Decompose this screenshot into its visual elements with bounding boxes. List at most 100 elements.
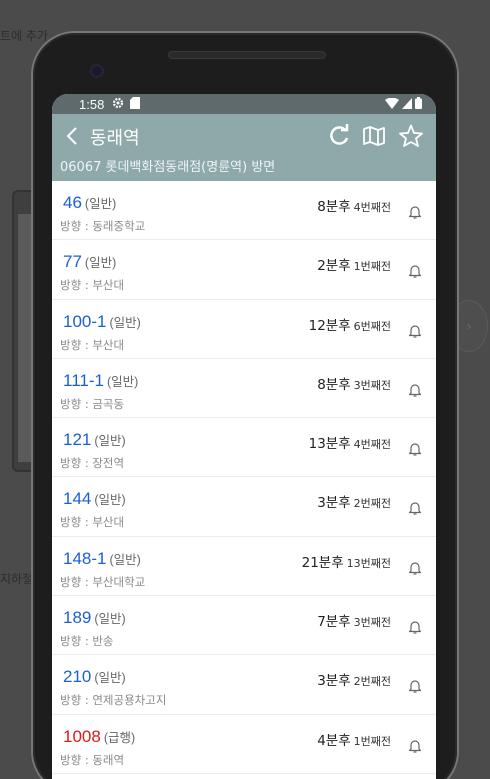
- bell-icon[interactable]: [407, 560, 423, 576]
- route-number: 46 (일반): [63, 193, 116, 213]
- route-number-text: 111-1: [63, 370, 104, 390]
- route-direction: 방향 : 금곡동: [60, 396, 125, 411]
- sim-icon: [130, 96, 141, 112]
- phone-frame: 1:58 동래역 06067 롯데백화점동래점(명륜역) 방면 46 (일반) …: [33, 33, 457, 779]
- route-type: (일반): [94, 493, 126, 508]
- arrival-minutes: 8분후: [317, 376, 351, 393]
- route-number: 1008 (급행): [63, 727, 135, 747]
- stops-away: 2번째전: [353, 497, 391, 511]
- route-type: (급행): [103, 730, 136, 745]
- back-icon[interactable]: [62, 122, 82, 150]
- app-header: 동래역 06067 롯데백화점동래점(명륜역) 방면: [52, 114, 436, 181]
- bell-icon[interactable]: [407, 382, 423, 398]
- route-direction: 방향 : 연제공용차고지: [60, 693, 167, 708]
- arrival-minutes: 3분후: [317, 673, 351, 690]
- list-item[interactable]: 210 (일반) 방향 : 연제공용차고지 3분후 2번째전: [52, 655, 436, 715]
- arrival-time: 12분후 6번째전: [309, 314, 391, 334]
- arrival-minutes: 21분후: [301, 554, 344, 571]
- stops-away: 13번째전: [346, 556, 391, 570]
- route-direction: 방향 : 동래중학교: [60, 219, 146, 233]
- list-item[interactable]: 189 (일반) 방향 : 반송 7분후 3번째전: [52, 596, 436, 656]
- list-item[interactable]: 111-1 (일반) 방향 : 금곡동 8분후 3번째전: [52, 359, 436, 419]
- bell-icon[interactable]: [407, 441, 423, 457]
- arrival-time: 3분후 2번째전: [317, 491, 391, 511]
- route-number-text: 144: [63, 489, 92, 509]
- route-direction: 방향 : 부산대: [60, 515, 125, 530]
- route-type: (일반): [109, 315, 141, 330]
- route-direction: 방향 : 반송: [60, 634, 114, 649]
- route-type: (일반): [84, 256, 117, 271]
- route-number: 111-1 (일반): [63, 371, 138, 391]
- arrival-time: 8분후 4번째전: [317, 195, 391, 215]
- arrival-time: 21분후 13번째전: [302, 551, 391, 571]
- arrival-minutes: 13분후: [308, 436, 351, 453]
- stop-subtitle: 06067 롯데백화점동래점(명륜역) 방면: [60, 160, 276, 175]
- route-number-text: 1008: [63, 726, 101, 746]
- stops-away: 6번째전: [353, 319, 391, 333]
- arrival-minutes: 4분후: [317, 732, 351, 749]
- arrival-minutes: 2분후: [317, 258, 351, 275]
- list-item[interactable]: 46 (일반) 방향 : 동래중학교 8분후 4번째전: [52, 181, 436, 241]
- route-direction: 방향 : 부산대: [60, 278, 125, 293]
- bell-icon[interactable]: [407, 500, 423, 516]
- list-item[interactable]: 1008 (급행) 방향 : 동래역 4분후 1번째전: [52, 715, 436, 774]
- refresh-icon[interactable]: [326, 123, 352, 149]
- route-number-text: 46: [63, 193, 82, 212]
- route-number-text: 189: [63, 608, 92, 628]
- arrival-time: 8분후 3번째전: [317, 373, 391, 393]
- route-number-text: 100-1: [63, 311, 107, 331]
- bell-icon[interactable]: [407, 204, 423, 220]
- route-direction: 방향 : 장전역: [60, 456, 125, 471]
- arrival-list: 46 (일반) 방향 : 동래중학교 8분후 4번째전 77 (일반) 방향 : 부산…: [52, 181, 436, 774]
- speaker-grille: [168, 51, 326, 59]
- bell-icon[interactable]: [407, 738, 423, 754]
- stops-away: 2번째전: [353, 675, 391, 689]
- page-title: 동래역: [90, 128, 140, 149]
- route-number: 121 (일반): [63, 430, 126, 450]
- list-item[interactable]: 77 (일반) 방향 : 부산대 2분후 1번째전: [52, 240, 436, 300]
- status-time: 1:58: [79, 96, 105, 112]
- battery-icon: [415, 96, 422, 112]
- route-number-text: 121: [63, 430, 92, 450]
- wifi-icon: [385, 97, 399, 112]
- stops-away: 4번째전: [353, 201, 391, 214]
- arrival-time: 13분후 4번째전: [309, 432, 391, 452]
- route-type: (일반): [94, 434, 126, 449]
- bell-icon[interactable]: [407, 323, 423, 339]
- route-number: 77 (일반): [63, 252, 116, 272]
- route-number-text: 210: [63, 667, 92, 687]
- route-number: 189 (일반): [63, 608, 126, 628]
- stops-away: 1번째전: [353, 260, 391, 274]
- route-number-text: 77: [63, 252, 82, 272]
- list-item[interactable]: 144 (일반) 방향 : 부산대 3분후 2번째전: [52, 477, 436, 537]
- bell-icon[interactable]: [407, 619, 423, 635]
- route-number: 144 (일반): [63, 489, 126, 509]
- arrival-time: 4분후 1번째전: [317, 729, 391, 749]
- arrival-time: 3분후 2번째전: [317, 669, 391, 689]
- arrival-time: 2분후 1번째전: [317, 254, 391, 274]
- stops-away: 1번째전: [353, 734, 391, 748]
- bell-icon[interactable]: [407, 263, 423, 279]
- route-direction: 방향 : 부산대학교: [60, 574, 146, 589]
- star-icon[interactable]: [398, 123, 424, 149]
- gear-icon: [112, 97, 124, 112]
- map-icon[interactable]: [361, 123, 387, 149]
- route-direction: 방향 : 동래역: [60, 752, 125, 767]
- route-number-text: 148-1: [63, 548, 107, 568]
- arrival-minutes: 7분후: [317, 614, 351, 631]
- bell-icon[interactable]: [407, 678, 423, 694]
- list-item[interactable]: 121 (일반) 방향 : 장전역 13분후 4번째전: [52, 418, 436, 478]
- arrival-minutes: 8분후: [317, 199, 351, 215]
- stops-away: 4번째전: [353, 438, 391, 452]
- stops-away: 3번째전: [353, 616, 391, 630]
- route-type: (일반): [106, 374, 139, 389]
- app-screen: 1:58 동래역 06067 롯데백화점동래점(명륜역) 방면 46 (일반) …: [52, 94, 436, 779]
- stops-away: 3번째전: [353, 378, 391, 392]
- background-text-left: 지하철: [0, 572, 34, 586]
- route-number: 210 (일반): [63, 667, 126, 687]
- background-text-top: 트에 추가: [0, 29, 48, 43]
- route-direction: 방향 : 부산대: [60, 337, 125, 352]
- signal-icon: [402, 97, 412, 112]
- list-item[interactable]: 148-1 (일반) 방향 : 부산대학교 21분후 13번째전: [52, 537, 436, 597]
- list-item[interactable]: 100-1 (일반) 방향 : 부산대 12분후 6번째전: [52, 300, 436, 359]
